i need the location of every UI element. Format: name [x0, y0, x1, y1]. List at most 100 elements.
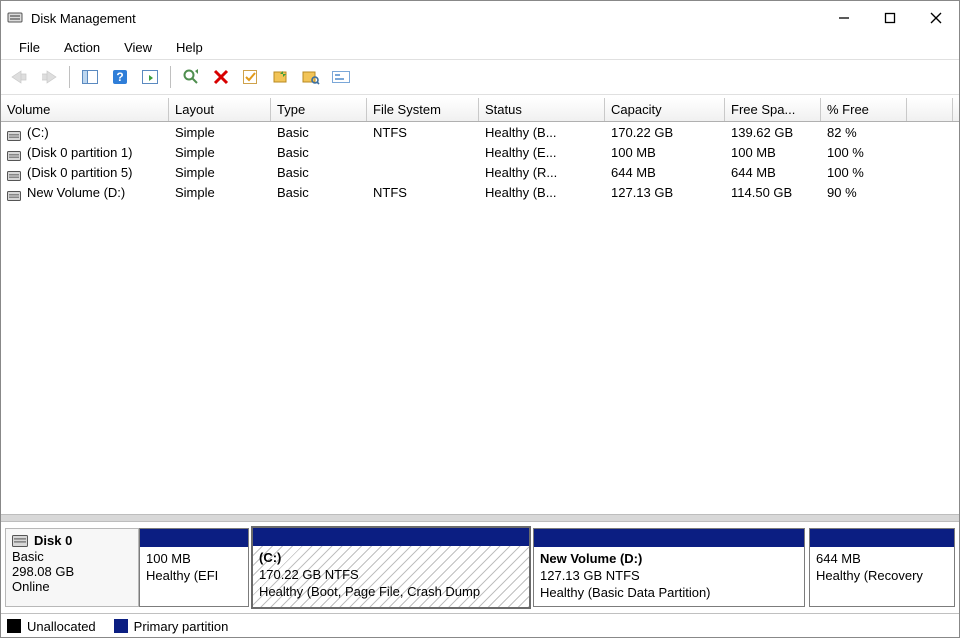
col-layout[interactable]: Layout [169, 98, 271, 121]
volume-layout: Simple [169, 122, 271, 142]
disk-type: Basic [12, 549, 132, 564]
col-volume[interactable]: Volume [1, 98, 169, 121]
volume-free: 139.62 GB [725, 122, 821, 142]
partition-status: Healthy (EFI [146, 568, 242, 585]
partition-selected[interactable]: (C:) 170.22 GB NTFS Healthy (Boot, Page … [253, 528, 529, 607]
settings-button[interactable] [327, 63, 355, 91]
table-row[interactable]: New Volume (D:) Simple Basic NTFS Health… [1, 182, 959, 202]
toolbar: ? [1, 59, 959, 95]
volume-pct: 100 % [821, 142, 907, 162]
volume-pct: 90 % [821, 182, 907, 202]
volume-layout: Simple [169, 142, 271, 162]
toolbar-separator [170, 66, 171, 88]
volume-layout: Simple [169, 182, 271, 202]
action-2-button[interactable] [297, 63, 325, 91]
volume-icon [7, 189, 21, 199]
disk-state: Online [12, 579, 132, 594]
app-icon [7, 10, 23, 26]
volume-status: Healthy (B... [479, 182, 605, 202]
volume-name: (Disk 0 partition 1) [27, 145, 132, 160]
volume-list-header: Volume Layout Type File System Status Ca… [1, 98, 959, 122]
legend-primary: Primary partition [134, 619, 229, 634]
swatch-primary [114, 619, 128, 633]
menu-file[interactable]: File [9, 38, 50, 57]
partition-size: 170.22 GB NTFS [259, 567, 523, 584]
menu-help[interactable]: Help [166, 38, 213, 57]
partition[interactable]: 100 MB Healthy (EFI [139, 528, 249, 607]
partition-size: 127.13 GB NTFS [540, 568, 798, 585]
col-pctfree[interactable]: % Free [821, 98, 907, 121]
volume-pct: 100 % [821, 162, 907, 182]
maximize-button[interactable] [867, 2, 913, 34]
partition-label: New Volume (D:) [540, 551, 798, 568]
delete-button[interactable] [207, 63, 235, 91]
menubar: File Action View Help [1, 35, 959, 59]
table-row[interactable]: (Disk 0 partition 1) Simple Basic Health… [1, 142, 959, 162]
volume-type: Basic [271, 142, 367, 162]
disk-management-window: Disk Management File Action View Help [0, 0, 960, 638]
minimize-button[interactable] [821, 2, 867, 34]
refresh-button[interactable] [177, 63, 205, 91]
show-console-tree-button[interactable] [76, 63, 104, 91]
volume-status: Healthy (B... [479, 122, 605, 142]
volume-list: Volume Layout Type File System Status Ca… [1, 95, 959, 514]
partition-label: (C:) [259, 550, 523, 567]
col-capacity[interactable]: Capacity [605, 98, 725, 121]
toolbar-separator [69, 66, 70, 88]
volume-icon [7, 169, 21, 179]
help-button[interactable]: ? [106, 63, 134, 91]
table-row[interactable]: (C:) Simple Basic NTFS Healthy (B... 170… [1, 122, 959, 142]
menu-view[interactable]: View [114, 38, 162, 57]
volume-free: 100 MB [725, 142, 821, 162]
table-row[interactable]: (Disk 0 partition 5) Simple Basic Health… [1, 162, 959, 182]
legend-unallocated: Unallocated [27, 619, 96, 634]
volume-fs [367, 162, 479, 182]
window-title: Disk Management [31, 11, 136, 26]
partition-strip: 100 MB Healthy (EFI (C:) 170.22 GB NTFS … [139, 528, 955, 607]
col-empty[interactable] [907, 98, 953, 121]
volume-capacity: 100 MB [605, 142, 725, 162]
volume-name: New Volume (D:) [27, 185, 125, 200]
titlebar: Disk Management [1, 1, 959, 35]
partition[interactable]: New Volume (D:) 127.13 GB NTFS Healthy (… [533, 528, 805, 607]
svg-text:?: ? [116, 70, 123, 84]
disk-name: Disk 0 [34, 533, 72, 548]
volume-free: 114.50 GB [725, 182, 821, 202]
apply-button[interactable] [237, 63, 265, 91]
volume-type: Basic [271, 162, 367, 182]
disk-graph-pane: Disk 0 Basic 298.08 GB Online 100 MB Hea… [1, 522, 959, 614]
col-freespace[interactable]: Free Spa... [725, 98, 821, 121]
volume-layout: Simple [169, 162, 271, 182]
volume-type: Basic [271, 122, 367, 142]
back-button[interactable] [5, 63, 33, 91]
action-1-button[interactable] [267, 63, 295, 91]
volume-name: (C:) [27, 125, 49, 140]
col-filesystem[interactable]: File System [367, 98, 479, 121]
partition-size: 100 MB [146, 551, 242, 568]
volume-icon [7, 129, 21, 139]
open-console-button[interactable] [136, 63, 164, 91]
close-button[interactable] [913, 2, 959, 34]
volume-capacity: 644 MB [605, 162, 725, 182]
volume-fs [367, 142, 479, 162]
partition[interactable]: 644 MB Healthy (Recovery [809, 528, 955, 607]
volume-name: (Disk 0 partition 5) [27, 165, 132, 180]
volume-pct: 82 % [821, 122, 907, 142]
volume-fs: NTFS [367, 122, 479, 142]
volume-fs: NTFS [367, 182, 479, 202]
pane-splitter[interactable] [1, 514, 959, 522]
partition-status: Healthy (Boot, Page File, Crash Dump [259, 584, 523, 601]
volume-capacity: 170.22 GB [605, 122, 725, 142]
window-buttons [821, 2, 959, 34]
volume-status: Healthy (R... [479, 162, 605, 182]
forward-button[interactable] [35, 63, 63, 91]
disk-size: 298.08 GB [12, 564, 132, 579]
col-status[interactable]: Status [479, 98, 605, 121]
disk-label[interactable]: Disk 0 Basic 298.08 GB Online [5, 528, 139, 607]
volume-capacity: 127.13 GB [605, 182, 725, 202]
menu-action[interactable]: Action [54, 38, 110, 57]
partition-size: 644 MB [816, 551, 948, 568]
volume-icon [7, 149, 21, 159]
disk-icon [12, 535, 28, 547]
col-type[interactable]: Type [271, 98, 367, 121]
